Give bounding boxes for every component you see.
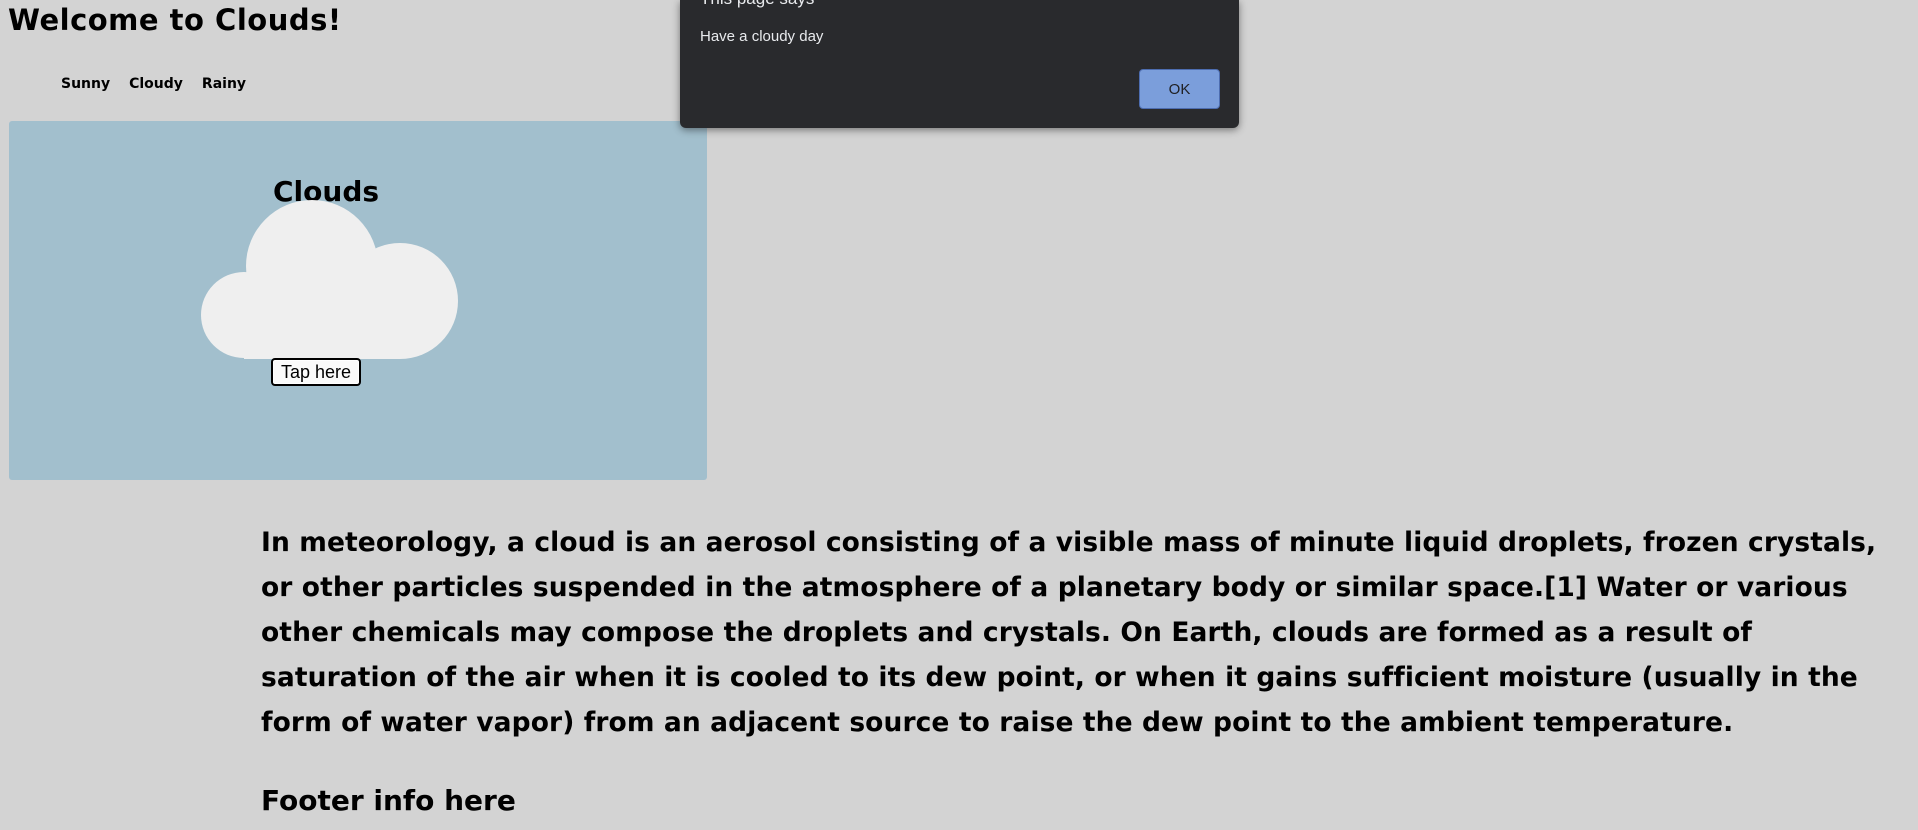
tap-here-button[interactable]: Tap here — [271, 358, 361, 386]
nav-item-sunny[interactable]: Sunny — [61, 75, 110, 93]
hero-heading: Clouds — [273, 175, 380, 208]
nav-item-rainy[interactable]: Rainy — [202, 75, 246, 93]
alert-dialog: This page says Have a cloudy day OK — [680, 0, 1239, 128]
main-nav: Sunny Cloudy Rainy — [61, 75, 246, 93]
dialog-ok-button[interactable]: OK — [1139, 69, 1220, 109]
footer-text: Footer info here — [261, 784, 516, 817]
site-title: Welcome to Clouds! — [8, 3, 342, 37]
hero-panel: Clouds Tap here — [9, 121, 707, 480]
dialog-title: This page says — [700, 0, 814, 9]
nav-item-cloudy[interactable]: Cloudy — [129, 75, 183, 93]
article-text: In meteorology, a cloud is an aerosol co… — [261, 527, 1877, 738]
dialog-message: Have a cloudy day — [700, 28, 824, 45]
cloud-shape — [201, 200, 458, 359]
